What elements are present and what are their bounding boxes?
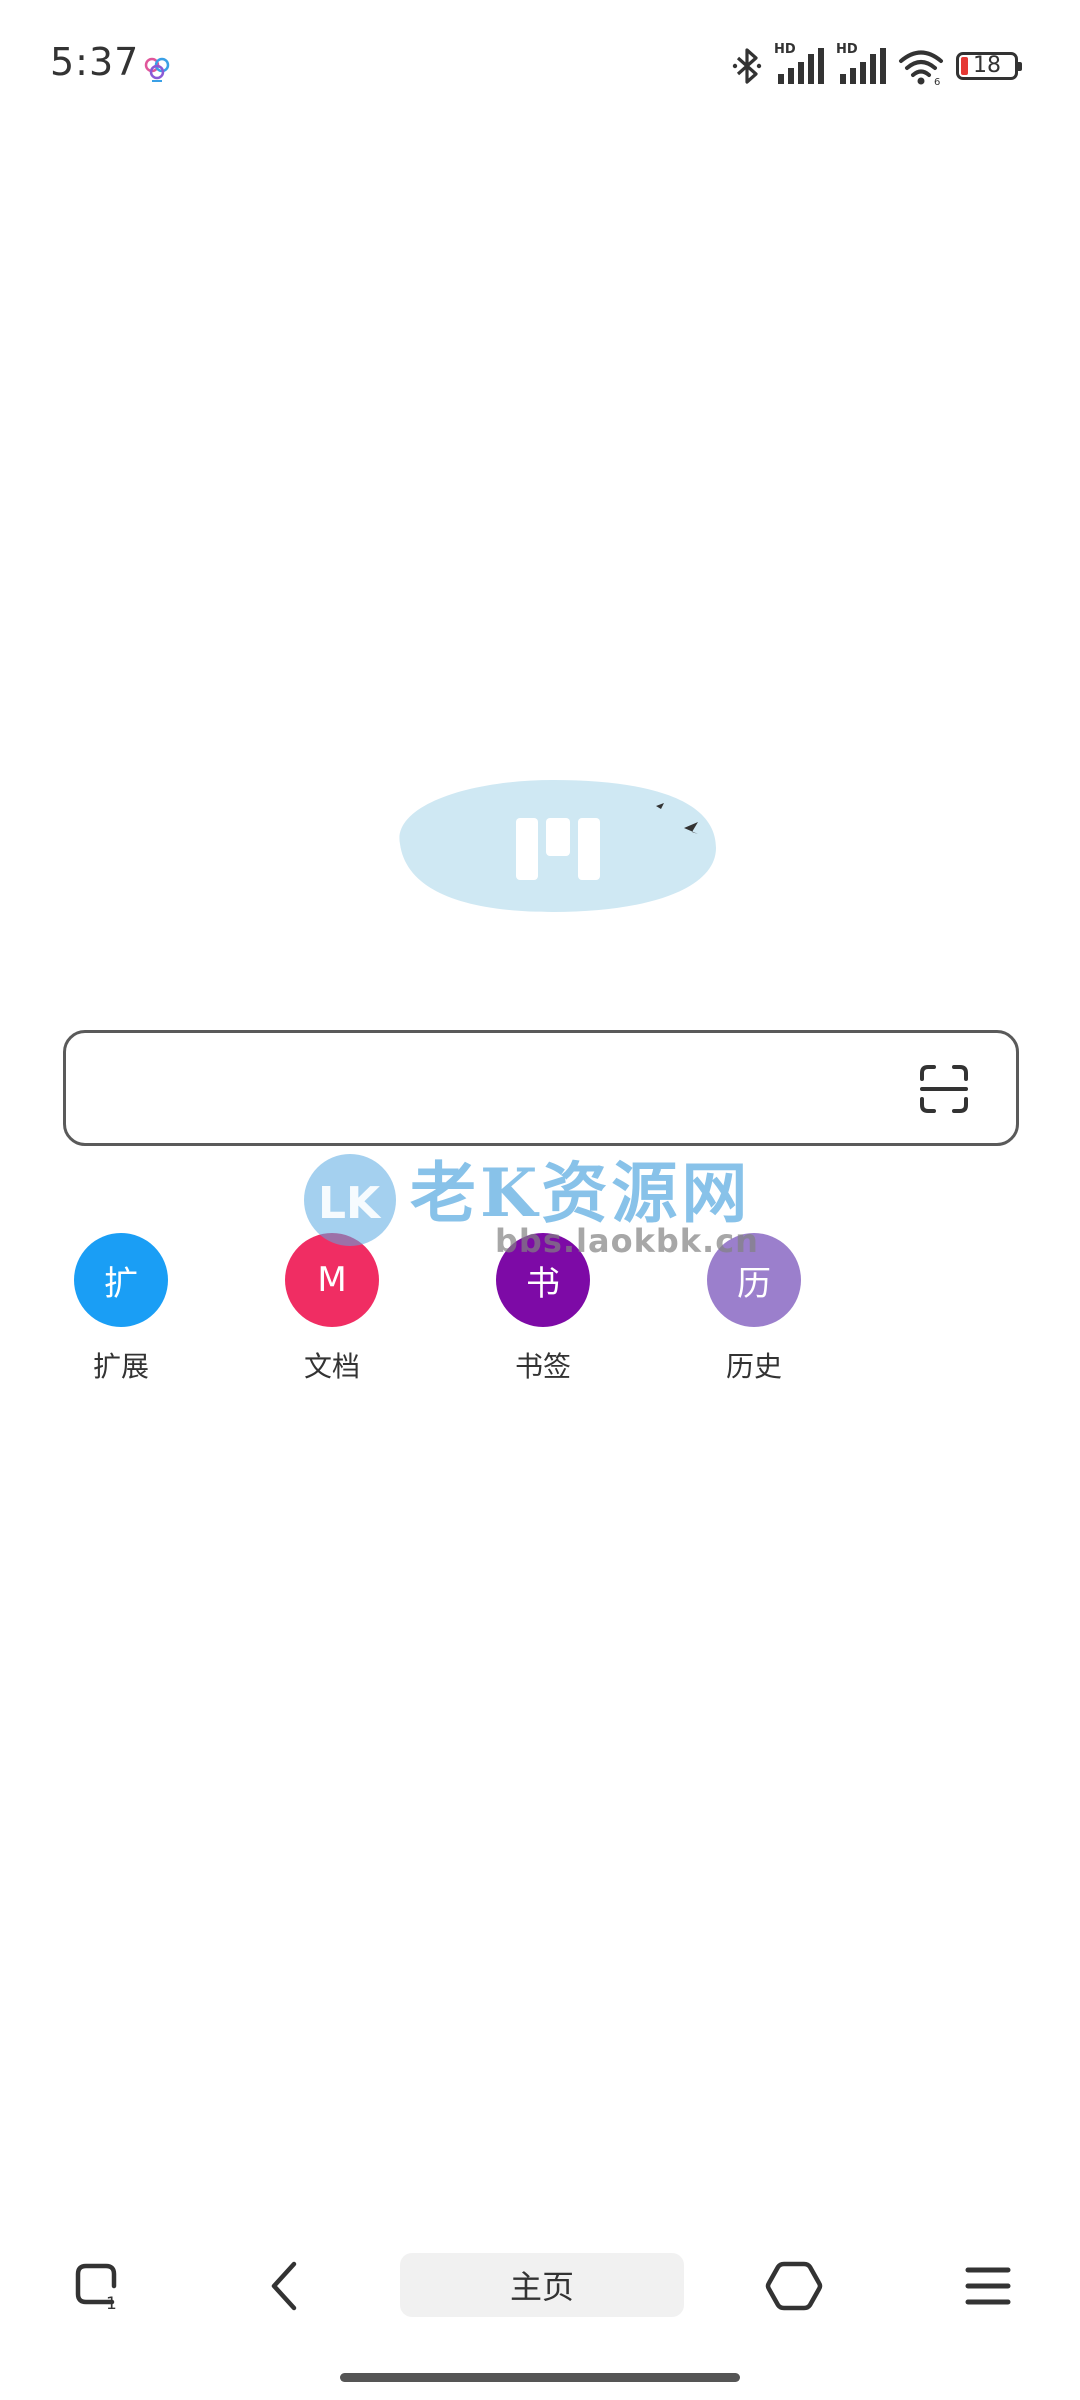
shortcut-label: 文档 [303,1350,360,1383]
shortcut-label: 书签 [514,1350,571,1383]
shortcut-icon: 扩 [74,1233,168,1327]
search-input[interactable] [94,1051,918,1129]
bluetooth-icon [732,48,762,84]
watermark-title: 老K资源网 [410,1154,752,1232]
tab-count: 1 [106,2294,117,2314]
status-time: 5:37 [50,40,140,84]
cellular-signal-icon: HD [774,42,824,86]
home-button[interactable]: 主页 [400,2253,684,2317]
status-icons: HD HD 6 18 [732,42,1022,88]
back-button[interactable] [250,2250,322,2322]
shortcut-label: 历史 [725,1350,782,1383]
browser-logo [399,780,716,912]
battery-level: 18 [973,53,1001,78]
svg-text:6: 6 [934,77,940,86]
menu-button[interactable] [952,2250,1024,2322]
menu-icon [965,2267,1011,2305]
shortcut-icon: M [285,1233,379,1327]
wifi-icon: 6 [899,50,943,86]
battery-icon: 18 [956,52,1022,80]
shortcuts-button[interactable] [758,2250,830,2322]
shortcut-label: 扩展 [92,1350,149,1383]
shortcut-history[interactable]: 历 历史 [669,1233,839,1393]
hexagon-icon [765,2261,823,2311]
tabs-button[interactable]: 1 [62,2250,134,2322]
search-bar[interactable] [63,1030,1019,1146]
status-bar: 5:37 HD HD 6 18 [0,0,1080,135]
chevron-left-icon [271,2261,297,2311]
browser-home-screen: 5:37 HD HD 6 18 扩 扩展 M 文档 书 书签 历 历史 LK 老… [0,0,1080,2400]
scan-icon[interactable] [918,1063,970,1115]
shortcut-documents[interactable]: M 文档 [247,1233,417,1393]
battery-fill [961,57,968,75]
bottom-toolbar: 1 主页 [0,2250,1080,2322]
shortcut-bookmarks[interactable]: 书 书签 [458,1233,628,1393]
svg-text:LK: LK [318,1178,382,1229]
flower-app-icon [144,57,170,82]
tabs-icon [75,2263,117,2305]
cellular-signal-icon: HD [836,42,886,86]
shortcut-extensions[interactable]: 扩 扩展 [36,1233,206,1393]
shortcut-icon: 书 [496,1233,590,1327]
shortcut-icon: 历 [707,1233,801,1327]
gesture-navigation-bar[interactable] [340,2373,740,2382]
